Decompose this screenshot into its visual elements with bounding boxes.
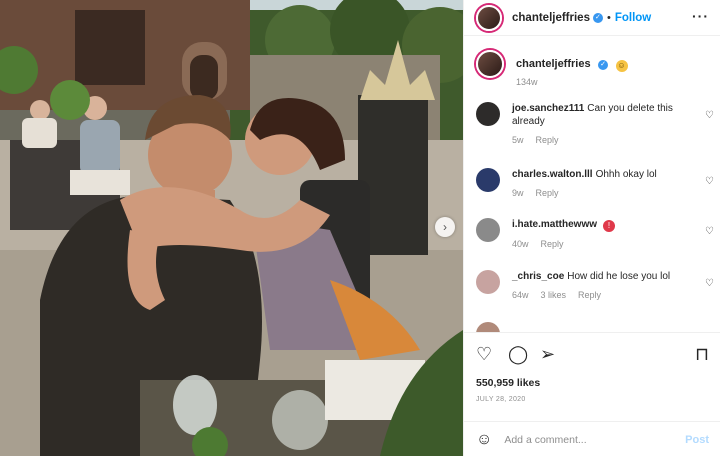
comment-time[interactable]: 5w xyxy=(512,135,524,145)
commenter-avatar[interactable] xyxy=(476,218,500,242)
comments-list[interactable]: joe.sanchez111 Can you delete this alread… xyxy=(476,100,714,332)
like-heart-icon[interactable]: ♡ xyxy=(476,343,492,365)
verified-badge-icon: ✓ xyxy=(598,60,609,70)
add-comment-bar: ☺ Add a comment... Post xyxy=(464,421,720,456)
save-bookmark-icon[interactable]: ⊓ xyxy=(695,343,709,365)
angry-emoji-icon: ! xyxy=(603,220,616,232)
next-photo-button[interactable]: › xyxy=(435,217,455,237)
comment-item: i.hate.matthewww! 40w Reply ♡ xyxy=(476,218,714,251)
like-comment-heart-icon[interactable]: ♡ xyxy=(705,176,714,187)
action-icons: ♡ ◯ ➢ ⊓ xyxy=(476,343,709,365)
commenter-avatar[interactable] xyxy=(476,168,500,192)
header-username[interactable]: chanteljeffries xyxy=(512,12,590,24)
reply-button[interactable]: Reply xyxy=(541,239,564,249)
likes-count[interactable]: 550,959 likes xyxy=(476,377,540,389)
comment-item-partial xyxy=(476,322,714,332)
comment-text: How did he lose you lol xyxy=(567,271,671,282)
caption-avatar[interactable] xyxy=(476,50,504,78)
caption-username[interactable]: chanteljeffries xyxy=(516,58,591,70)
like-comment-heart-icon[interactable]: ♡ xyxy=(705,226,714,237)
commenter-avatar[interactable] xyxy=(476,102,500,126)
commenter-avatar[interactable] xyxy=(476,270,500,294)
post-photo[interactable]: › xyxy=(0,0,463,456)
comment-item: _chris_coe How did he lose you lol 64w 3 l… xyxy=(476,270,714,302)
emoji-picker-icon[interactable]: ☺ xyxy=(476,431,492,449)
follow-button[interactable]: Follow xyxy=(615,12,651,24)
post-actions: ♡ ◯ ➢ ⊓ 550,959 likes JULY 28, 2020 ☺ Ad… xyxy=(464,332,720,456)
avatar[interactable] xyxy=(476,4,502,31)
comment-time[interactable]: 40w xyxy=(512,239,529,249)
comment-text: Ohhh okay lol xyxy=(595,169,657,180)
post-header: chanteljeffries ✓ • Follow ··· xyxy=(464,0,720,36)
separator-dot: • xyxy=(606,11,611,24)
caption-time[interactable]: 134w xyxy=(516,77,628,87)
comment-username[interactable]: joe.sanchez111 xyxy=(512,103,584,114)
smiling-emoji-icon: ☺ xyxy=(615,60,628,72)
comment-username[interactable]: charles.walton.lll xyxy=(512,169,593,180)
comment-item: joe.sanchez111 Can you delete this alread… xyxy=(476,102,714,147)
share-paper-plane-icon[interactable]: ➢ xyxy=(540,343,555,365)
reply-button[interactable]: Reply xyxy=(578,290,601,300)
chevron-right-icon: › xyxy=(443,220,447,234)
comment-input[interactable]: Add a comment... xyxy=(504,434,685,446)
post-details-panel: chanteljeffries ✓ • Follow ··· chantelje… xyxy=(463,0,720,456)
like-comment-heart-icon[interactable]: ♡ xyxy=(705,278,714,289)
comment-username[interactable]: i.hate.matthewww xyxy=(512,219,597,230)
post-date: JULY 28, 2020 xyxy=(476,396,526,403)
photo-illustration xyxy=(0,0,463,456)
post-button[interactable]: Post xyxy=(685,434,709,446)
comment-likes[interactable]: 3 likes xyxy=(541,290,567,300)
verified-badge-icon: ✓ xyxy=(592,12,603,23)
more-horizontal-icon[interactable]: ··· xyxy=(692,8,709,24)
comment-item: charles.walton.lll Ohhh okay lol 9w Reply … xyxy=(476,168,714,200)
comment-bubble-icon[interactable]: ◯ xyxy=(508,343,528,365)
post-caption: chanteljeffries ✓ ☺ 134w xyxy=(476,50,711,87)
reply-button[interactable]: Reply xyxy=(536,135,559,145)
comment-username[interactable]: _chris_coe xyxy=(512,271,564,282)
commenter-avatar[interactable] xyxy=(476,322,500,332)
reply-button[interactable]: Reply xyxy=(536,188,559,198)
like-comment-heart-icon[interactable]: ♡ xyxy=(705,110,714,121)
comment-time[interactable]: 64w xyxy=(512,290,529,300)
comment-time[interactable]: 9w xyxy=(512,188,524,198)
